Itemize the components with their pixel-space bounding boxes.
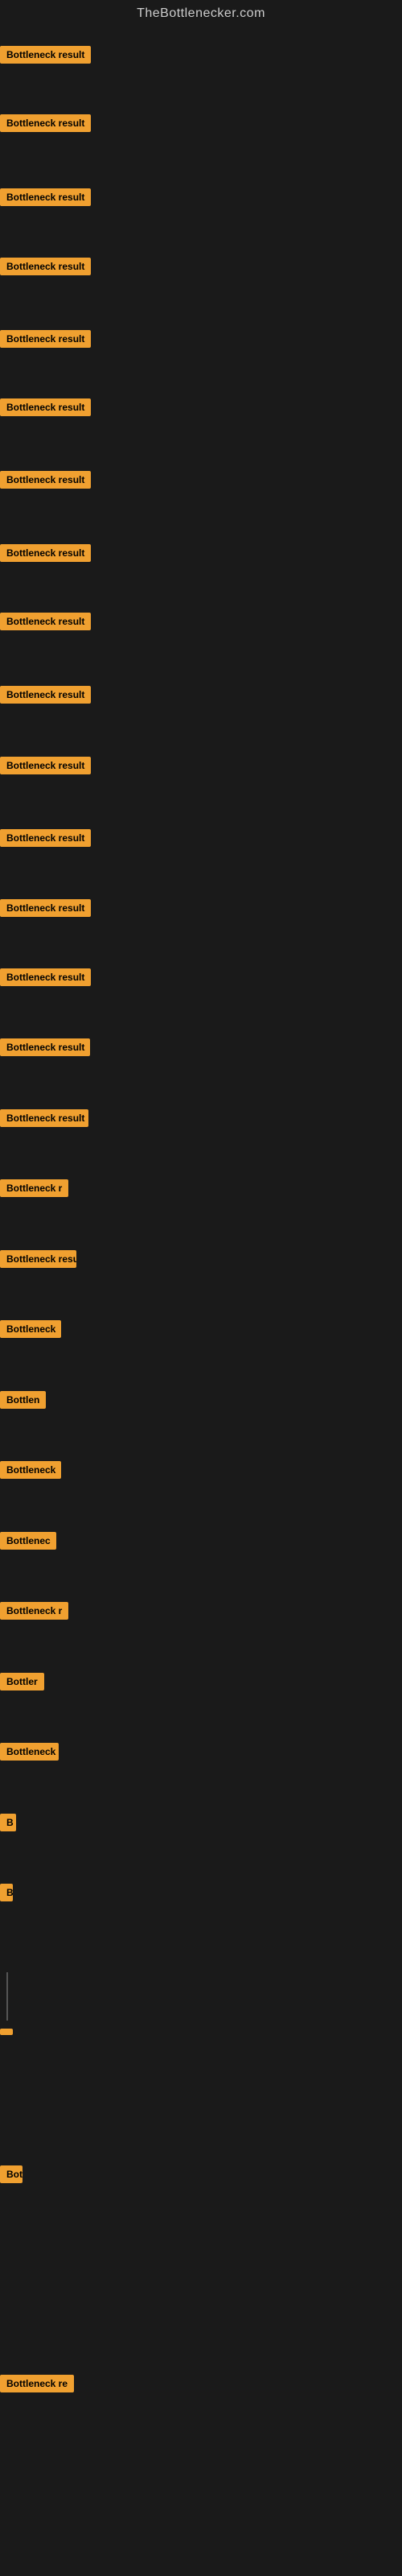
bottleneck-badge: Bottleneck result	[0, 899, 91, 917]
vertical-line	[6, 1972, 8, 2021]
bottleneck-result-item: Bottleneck result	[0, 398, 91, 420]
bottleneck-result-item: Bottleneck result	[0, 471, 91, 493]
bottleneck-badge: Bottleneck	[0, 1320, 61, 1338]
bottleneck-badge: Bottleneck re	[0, 2375, 74, 2392]
bottleneck-result-item: Bot	[0, 2165, 23, 2187]
bottleneck-badge: Bottleneck	[0, 1743, 59, 1761]
bottleneck-badge: Bottleneck result	[0, 471, 91, 489]
bottleneck-result-item: Bottleneck result	[0, 968, 91, 990]
bottleneck-badge: Bottleneck resu	[0, 1250, 76, 1268]
bottleneck-badge: Bottleneck result	[0, 829, 91, 847]
bottleneck-badge: Bottleneck result	[0, 114, 91, 132]
bottleneck-result-item: Bottleneck r	[0, 1602, 68, 1624]
bottleneck-result-item: Bottleneck	[0, 1320, 61, 1342]
bottleneck-badge: Bottleneck result	[0, 46, 91, 64]
bottleneck-result-item: Bottlen	[0, 1391, 46, 1413]
bottleneck-badge: Bottleneck r	[0, 1179, 68, 1197]
bottleneck-badge: Bottlen	[0, 1391, 46, 1409]
bottleneck-badge: Bottleneck result	[0, 258, 91, 275]
bottleneck-badge: Bottleneck result	[0, 1038, 90, 1056]
bottleneck-badge: B	[0, 1884, 13, 1901]
bottleneck-result-item: Bottleneck r	[0, 1179, 68, 1201]
bottleneck-badge: Bottleneck	[0, 1461, 61, 1479]
bottleneck-result-item: Bottlenec	[0, 1532, 56, 1554]
bottleneck-badge: Bottler	[0, 1673, 44, 1690]
bottleneck-badge: Bottleneck result	[0, 398, 91, 416]
bottleneck-badge: Bottlenec	[0, 1532, 56, 1550]
bottleneck-result-item: Bottleneck result	[0, 686, 91, 708]
bottleneck-badge: B	[0, 1814, 16, 1831]
bottleneck-badge: Bottleneck result	[0, 613, 91, 630]
bottleneck-result-item: B	[0, 1814, 16, 1835]
bottleneck-result-item: Bottleneck result	[0, 258, 91, 279]
bottleneck-badge: Bottleneck result	[0, 757, 91, 774]
bottleneck-badge: Bottleneck result	[0, 686, 91, 704]
bottleneck-result-item: Bottleneck result	[0, 899, 91, 921]
bottleneck-badge: Bottleneck result	[0, 968, 91, 986]
bottleneck-badge: Bottleneck r	[0, 1602, 68, 1620]
bottleneck-result-item: Bottleneck	[0, 1461, 61, 1483]
bottleneck-result-item: Bottleneck result	[0, 1109, 88, 1131]
bottleneck-result-item: Bottleneck result	[0, 829, 91, 851]
bottleneck-badge: Bottleneck result	[0, 330, 91, 348]
bottleneck-result-item: Bottleneck result	[0, 330, 91, 352]
bottleneck-result-item: Bottleneck result	[0, 114, 91, 136]
site-title: TheBottlenecker.com	[0, 0, 402, 24]
bottleneck-result-item: Bottleneck result	[0, 544, 91, 566]
bottleneck-badge: Bot	[0, 2165, 23, 2183]
bottleneck-result-item: Bottler	[0, 1673, 44, 1695]
bottleneck-result-item: Bottleneck result	[0, 613, 91, 634]
bottleneck-badge: Bottleneck result	[0, 188, 91, 206]
bottleneck-result-item: Bottleneck result	[0, 46, 91, 68]
bottleneck-result-item: Bottleneck resu	[0, 1250, 76, 1272]
bottleneck-result-item: B	[0, 1884, 13, 1905]
bottleneck-result-item	[0, 2025, 13, 2039]
bottleneck-result-item: Bottleneck	[0, 1743, 59, 1765]
bottleneck-result-item: Bottleneck result	[0, 1038, 90, 1060]
bottleneck-result-item: Bottleneck re	[0, 2375, 74, 2396]
bottleneck-result-item: Bottleneck result	[0, 757, 91, 778]
bottleneck-badge	[0, 2029, 13, 2035]
bottleneck-badge: Bottleneck result	[0, 544, 91, 562]
bottleneck-badge: Bottleneck result	[0, 1109, 88, 1127]
bottleneck-result-item: Bottleneck result	[0, 188, 91, 210]
